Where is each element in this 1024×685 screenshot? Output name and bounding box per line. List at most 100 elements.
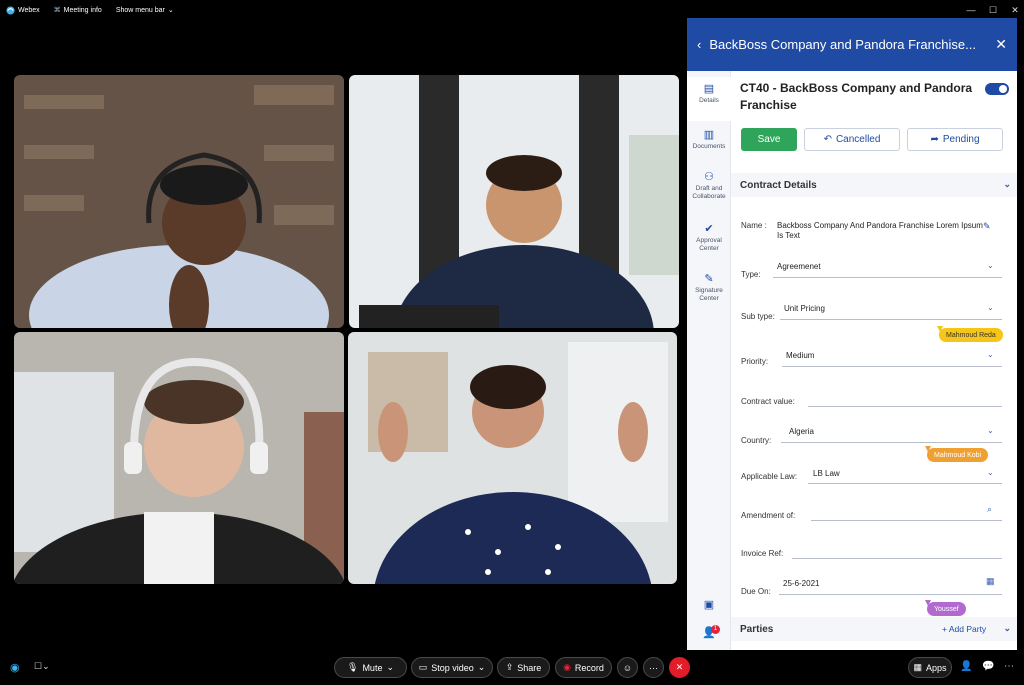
chat-icon[interactable]: 💬 (982, 661, 994, 672)
panel-nav-rail: ▤ Details ▥ Documents ⚇ Draft and Collab… (687, 71, 731, 650)
contract-value-input[interactable] (808, 406, 1002, 407)
law-label: Applicable Law: (741, 472, 798, 481)
close-window-button[interactable]: ✕ (1002, 0, 1024, 20)
parties-title: Parties (740, 623, 774, 635)
type-value[interactable]: Agreemenet (777, 262, 821, 271)
pending-button[interactable]: ➦ Pending (907, 128, 1003, 151)
participants-icon: 👤 (702, 627, 716, 639)
name-label: Name : (741, 221, 767, 230)
rail-item-signature-center[interactable]: ✎ Signature Center (687, 269, 731, 313)
rail-item-draft-collaborate[interactable]: ⚇ Draft and Collaborate (687, 167, 731, 213)
participants-icon-button[interactable]: 👤 1 (687, 625, 731, 647)
calendar-icon[interactable]: ▦ (986, 576, 995, 587)
priority-dropdown-icon[interactable]: ⌄ (987, 350, 994, 359)
apps-grid-icon: ▦ (913, 662, 922, 672)
subtype-value[interactable]: Unit Pricing (784, 304, 825, 313)
stop-video-button[interactable]: ▭ Stop video ⌄ (411, 657, 493, 678)
webex-logo: Webex (6, 5, 40, 15)
apps-label: Apps (926, 662, 947, 673)
law-value[interactable]: LB Law (813, 469, 840, 478)
show-menu-label: Show menu bar (115, 6, 165, 14)
chevron-down-icon: ⌄ (1003, 179, 1011, 189)
invoice-input[interactable] (792, 558, 1002, 559)
cancelled-label: Cancelled (835, 134, 881, 145)
rail-item-details[interactable]: ▤ Details (687, 77, 731, 121)
contract-panel: ‹ BackBoss Company and Pandora Franchise… (687, 18, 1017, 650)
contract-title: CT40 - BackBoss Company and Pandora Fran… (740, 81, 973, 112)
chevron-down-icon: ⌄ (1003, 623, 1011, 633)
rail-label-draft: Draft and Collaborate (692, 185, 726, 200)
info-icon: ⌘ (53, 7, 61, 14)
record-label: Record (574, 662, 604, 673)
chevron-down-icon: ⌄ (386, 662, 394, 672)
meeting-info-label: Meeting info (63, 6, 102, 14)
country-value[interactable]: Algeria (789, 427, 814, 436)
mute-label: Mute (362, 662, 383, 673)
leave-meeting-button[interactable]: ✕ (669, 657, 690, 678)
share-button[interactable]: ⇪ Share (497, 657, 550, 678)
user-tag-mahmoud-reda: Mahmoud Reda (937, 326, 1003, 342)
panel-title: BackBoss Company and Pandora Franchise..… (709, 37, 976, 52)
contract-details-header[interactable]: Contract Details ⌄ (731, 173, 1017, 197)
presentation-icon-button[interactable]: ▣ (687, 599, 731, 615)
name-value: Backboss Company And Pandora Franchise L… (777, 221, 983, 240)
reactions-button[interactable]: ☺ (617, 657, 638, 678)
add-party-link[interactable]: + Add Party (942, 624, 986, 634)
cancelled-button[interactable]: ↶ Cancelled (804, 128, 900, 151)
type-dropdown-icon[interactable]: ⌄ (987, 261, 994, 270)
participant-video-1[interactable] (14, 75, 344, 328)
save-button[interactable]: Save (741, 128, 797, 151)
rail-item-approval-center[interactable]: ✔ Approval Center (687, 219, 731, 263)
priority-label: Priority: (741, 357, 769, 366)
chevron-down-icon: ⌄ (477, 662, 486, 672)
documents-icon: ▥ (703, 129, 715, 141)
type-label: Type: (741, 270, 761, 279)
back-icon[interactable]: ‹ (697, 37, 701, 52)
rail-label-documents: Documents (692, 143, 726, 150)
country-label: Country: (741, 436, 772, 445)
due-value[interactable]: 25-6-2021 (783, 579, 819, 588)
rail-item-documents[interactable]: ▥ Documents (687, 125, 731, 165)
search-icon[interactable]: ⌕ (987, 504, 992, 515)
microphone-icon: 🎙 (347, 662, 359, 672)
meeting-info-button[interactable]: ⌘ Meeting info (53, 6, 102, 15)
subtype-dropdown-icon[interactable]: ⌄ (987, 303, 994, 312)
signature-icon: ✎ (704, 273, 714, 285)
parties-header[interactable]: Parties + Add Party ⌄ (731, 617, 1017, 641)
rail-label-signature: Signature Center (695, 287, 723, 302)
close-panel-icon[interactable]: ✕ (995, 36, 1007, 53)
more-panels-icon[interactable]: ⋯ (1004, 661, 1014, 672)
participant-video-2[interactable] (349, 75, 679, 328)
rail-label-details: Details (699, 97, 719, 104)
amendment-input[interactable] (811, 520, 1002, 521)
participant-video-4[interactable] (348, 332, 677, 584)
record-button[interactable]: ◉ Record (555, 657, 612, 678)
forward-icon: ➦ (930, 134, 939, 145)
participants-icon[interactable]: 👤 (960, 661, 972, 672)
contract-details-main: CT40 - BackBoss Company and Pandora Fran… (731, 71, 1017, 650)
webex-assistant-icon[interactable]: ◉ (10, 661, 20, 674)
participant-video-3[interactable] (14, 332, 344, 584)
tag-label: Mahmoud Reda (946, 331, 996, 339)
law-underline (808, 483, 1002, 484)
chevron-down-icon: ⌄ (167, 7, 174, 14)
webex-icon (6, 5, 15, 15)
share-icon: ⇪ (505, 662, 514, 672)
priority-value[interactable]: Medium (786, 351, 814, 360)
show-menu-bar-button[interactable]: Show menu bar ⌄ (115, 6, 174, 15)
apps-button[interactable]: ▦ Apps (908, 657, 952, 678)
priority-underline (782, 366, 1002, 367)
mute-button[interactable]: 🎙 Mute ⌄ (334, 657, 407, 678)
approval-icon: ✔ (704, 223, 714, 235)
panel-header: ‹ BackBoss Company and Pandora Franchise… (687, 18, 1017, 71)
country-underline (781, 442, 1002, 443)
smile-icon: ☺ (622, 662, 633, 673)
edit-icon[interactable]: ✎ (983, 221, 991, 232)
pending-label: Pending (942, 134, 980, 145)
more-options-button[interactable]: ··· (643, 657, 664, 678)
contract-toggle[interactable] (985, 83, 1009, 95)
rail-label-approval: Approval Center (696, 237, 722, 252)
chat-reactions-button[interactable]: ☐⌄ (34, 661, 50, 672)
law-dropdown-icon[interactable]: ⌄ (987, 468, 994, 477)
country-dropdown-icon[interactable]: ⌄ (987, 426, 994, 435)
